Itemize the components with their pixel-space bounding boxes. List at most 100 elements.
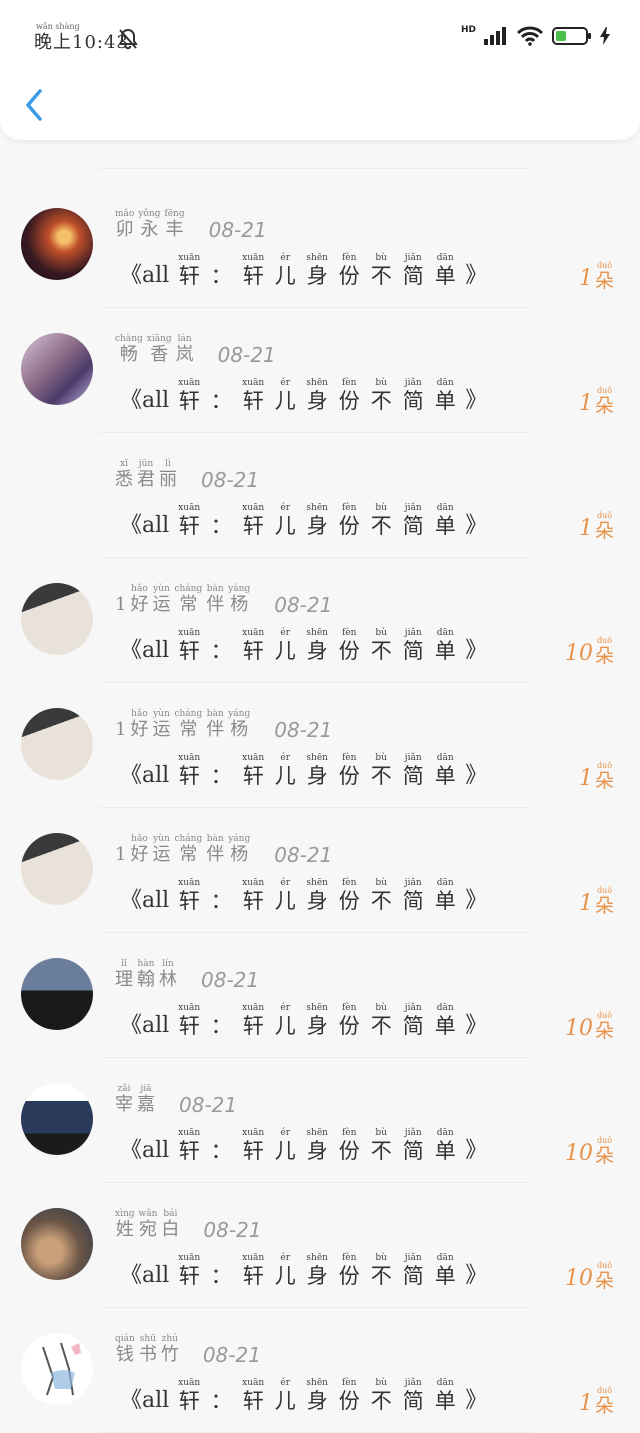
book-title[interactable]: 《all xuān 轩 ： xuān 轩 ér 儿 shēn 身 fèn 份 bù 不 jiǎn 简 dān 单… — [120, 753, 487, 789]
title-char-text: 轩 — [242, 389, 264, 413]
book-title[interactable]: 《all xuān 轩 ： xuān 轩 ér 儿 shēn 身 fèn 份 bù 不 jiǎn 简 dān 单… — [120, 878, 487, 914]
list-item[interactable]: 1 hǎo 好 yùn 运 cháng 常 bàn 伴 yáng 杨 08-21 《all xuān 轩 ：… — [0, 558, 640, 683]
gift-unit-text: 朵 — [594, 1395, 614, 1417]
name-char: xiāng 香 — [147, 334, 172, 366]
avatar[interactable] — [21, 1083, 93, 1155]
list-item[interactable]: qián 钱 shū 书 zhú 竹 08-21 《all xuān 轩 ： xuān 轩 ér 儿 shē… — [0, 1308, 640, 1433]
gift-count: 1 duǒ 朵 — [579, 511, 614, 542]
avatar[interactable] — [21, 1208, 93, 1280]
name-char-text: 岚 — [175, 344, 194, 365]
title-char-text: 儿 — [274, 1264, 296, 1288]
book-title[interactable]: 《all xuān 轩 ： xuān 轩 ér 儿 shēn 身 fèn 份 bù 不 jiǎn 简 dān 单… — [120, 1003, 487, 1039]
avatar[interactable] — [21, 958, 93, 1030]
title-char-text: 轩 — [242, 1264, 264, 1288]
list-item[interactable]: 1 hǎo 好 yùn 运 cháng 常 bàn 伴 yáng 杨 08-21 《all xuān 轩 ：… — [0, 808, 640, 933]
title-char-text: ： — [210, 639, 232, 663]
title-char: bù 不 — [369, 1003, 393, 1039]
gift-count: 10 duǒ 朵 — [565, 1011, 614, 1042]
name-char-text: 伴 — [206, 594, 225, 615]
title-char: shēn 身 — [305, 503, 329, 539]
avatar[interactable] — [21, 1333, 93, 1405]
title-char: ： — [209, 378, 233, 414]
title-char-pinyin: jiǎn — [404, 753, 422, 763]
gift-date: 08-21 — [202, 1343, 261, 1367]
name-char-pinyin: hàn — [137, 959, 155, 969]
title-char-pinyin: dān — [436, 878, 454, 888]
book-title[interactable]: 《all xuān 轩 ： xuān 轩 ér 儿 shēn 身 fèn 份 bù 不 jiǎn 简 dān 单… — [120, 378, 487, 414]
book-title[interactable]: 《all xuān 轩 ： xuān 轩 ér 儿 shēn 身 fèn 份 bù 不 jiǎn 简 dān 单… — [120, 1253, 487, 1289]
title-char-pinyin: dān — [436, 253, 454, 263]
avatar[interactable] — [21, 458, 93, 530]
title-char-pinyin — [220, 503, 223, 513]
name-char-pinyin: zhú — [161, 1334, 178, 1344]
title-char-pinyin: xuān — [242, 1128, 265, 1138]
gift-date: 08-21 — [274, 843, 333, 867]
gift-count-number: 1 — [578, 516, 593, 541]
title-char-pinyin: shēn — [306, 378, 328, 388]
list-item[interactable]: xī 悉 jūn 君 lì 丽 08-21 《all xuān 轩 ： xuān 轩 ér 儿 shēn 身 f… — [0, 433, 640, 558]
title-char-pinyin: xuān — [178, 503, 201, 513]
name-char-text: 君 — [137, 469, 155, 490]
title-char: ér 儿 — [273, 878, 297, 914]
title-char-pinyin: bù — [375, 878, 387, 888]
title-char-text: ： — [210, 1139, 232, 1163]
list-item[interactable]: chàng 畅 xiāng 香 lán 岚 08-21 《all xuān 轩 ： xuān 轩 ér 儿… — [0, 308, 640, 433]
title-char: fèn 份 — [337, 1128, 361, 1164]
title-char-pinyin: ér — [280, 378, 291, 388]
name-char-text: 好 — [130, 719, 149, 740]
title-char-pinyin: ér — [280, 1128, 291, 1138]
title-char-text: 轩 — [178, 1264, 200, 1288]
title-char: ér 儿 — [273, 1003, 297, 1039]
book-title[interactable]: 《all xuān 轩 ： xuān 轩 ér 儿 shēn 身 fèn 份 bù 不 jiǎn 简 dān 单… — [120, 1128, 487, 1164]
title-suffix: 》 — [465, 1013, 488, 1038]
title-char: dān 单 — [433, 1003, 457, 1039]
title-char-pinyin: xuān — [242, 878, 265, 888]
name-char: yùn 运 — [152, 584, 170, 616]
name-char-pinyin: cháng — [174, 584, 203, 594]
title-char-text: 单 — [434, 639, 456, 663]
name-char: hǎo 好 — [130, 709, 148, 741]
gift-unit-pinyin: duǒ — [596, 886, 613, 895]
title-char-pinyin: fèn — [341, 878, 357, 888]
title-char: shēn 身 — [305, 1003, 329, 1039]
avatar[interactable] — [21, 208, 93, 280]
list-item[interactable]: zǎi 宰 jiā 嘉 08-21 《all xuān 轩 ： xuān 轩 ér 儿 shēn 身 fèn… — [0, 1058, 640, 1183]
title-char: ： — [209, 1003, 233, 1039]
name-char-pinyin: yùn — [153, 584, 170, 594]
title-char-pinyin — [220, 253, 223, 263]
avatar[interactable] — [21, 333, 93, 405]
book-title[interactable]: 《all xuān 轩 ： xuān 轩 ér 儿 shēn 身 fèn 份 bù 不 jiǎn 简 dān 单… — [120, 628, 487, 664]
avatar[interactable] — [21, 833, 93, 905]
avatar[interactable] — [21, 583, 93, 655]
list-item[interactable]: mǎo 卯 yǒng 永 fēng 丰 08-21 《all xuān 轩 ： xuān 轩 ér 儿 sh… — [0, 183, 640, 308]
chevron-left-icon[interactable] — [22, 88, 48, 122]
title-char: jiǎn 简 — [401, 1128, 425, 1164]
title-char-pinyin: ér — [280, 628, 291, 638]
title-char-text: 轩 — [178, 514, 200, 538]
list-item[interactable]: lǐ 理 hàn 翰 lín 林 08-21 《all xuān 轩 ： xuān 轩 ér 儿 shēn 身… — [0, 933, 640, 1058]
title-char-text: 不 — [370, 639, 392, 663]
title-char: fèn 份 — [337, 878, 361, 914]
title-char: dān 单 — [433, 878, 457, 914]
gift-unit: duǒ 朵 — [595, 761, 614, 792]
list-item[interactable]: 1 hǎo 好 yùn 运 cháng 常 bàn 伴 yáng 杨 08-21 《all xuān 轩 ：… — [0, 683, 640, 808]
title-char: xuān 轩 — [241, 1253, 265, 1289]
gift-unit: duǒ 朵 — [595, 636, 614, 667]
name-char: hǎo 好 — [130, 834, 148, 866]
title-char-pinyin: xuān — [178, 1378, 201, 1388]
name-char: bái 白 — [161, 1209, 179, 1241]
title-char-text: 不 — [370, 1264, 392, 1288]
book-title[interactable]: 《all xuān 轩 ： xuān 轩 ér 儿 shēn 身 fèn 份 bù 不 jiǎn 简 dān 单… — [120, 253, 487, 289]
gift-unit-text: 朵 — [594, 1145, 614, 1167]
avatar[interactable] — [21, 708, 93, 780]
title-char-pinyin: ér — [280, 1003, 291, 1013]
title-char: dān 单 — [433, 378, 457, 414]
list-item[interactable]: xìng 姓 wǎn 宛 bái 白 08-21 《all xuān 轩 ： xuān 轩 ér 儿 shē… — [0, 1183, 640, 1308]
book-title[interactable]: 《all xuān 轩 ： xuān 轩 ér 儿 shēn 身 fèn 份 bù 不 jiǎn 简 dān 单… — [120, 503, 487, 539]
title-char-text: 身 — [306, 264, 328, 288]
title-char-pinyin — [220, 1253, 223, 1263]
title-char-pinyin: xuān — [242, 753, 265, 763]
title-char-pinyin: dān — [436, 378, 454, 388]
title-char: xuān 轩 — [241, 378, 265, 414]
book-title[interactable]: 《all xuān 轩 ： xuān 轩 ér 儿 shēn 身 fèn 份 bù 不 jiǎn 简 dān 单… — [120, 1378, 487, 1414]
